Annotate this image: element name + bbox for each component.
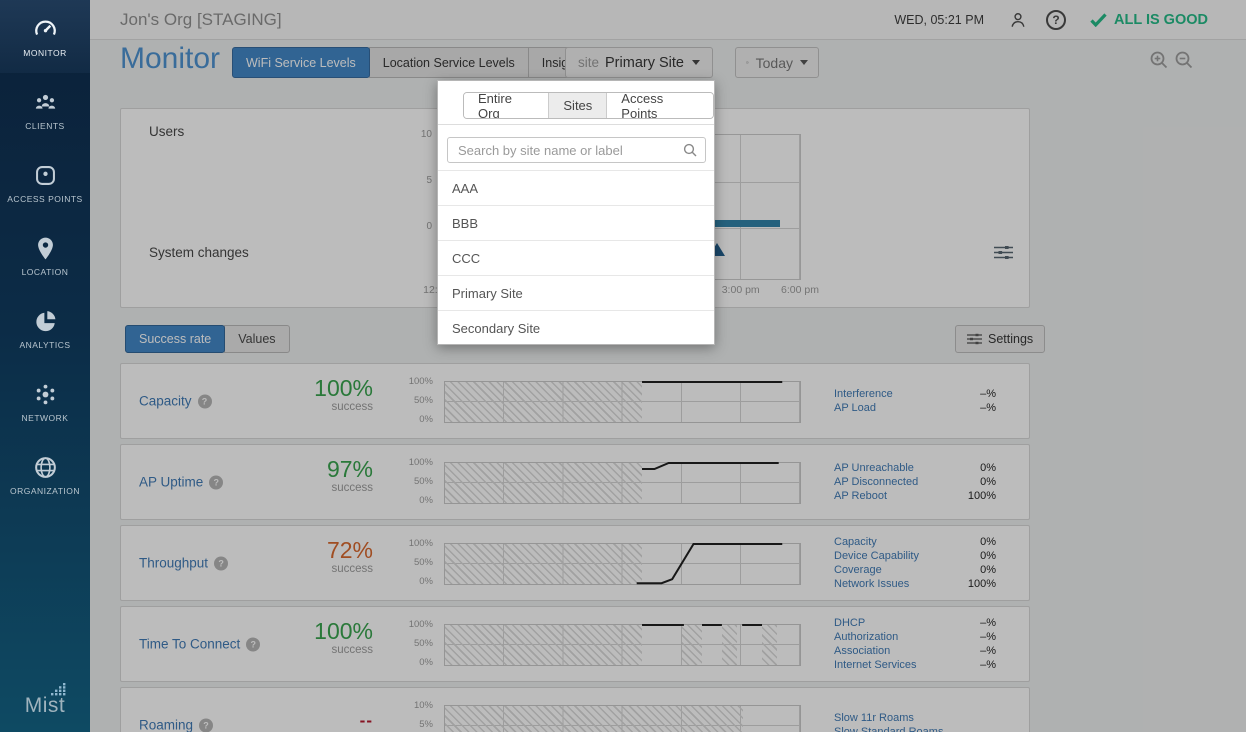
- mist-logo-text: Mist: [24, 694, 66, 717]
- sidebar-item-label: CLIENTS: [25, 120, 65, 131]
- tab-sites[interactable]: Sites: [548, 93, 607, 118]
- divider: [438, 124, 714, 125]
- search-icon: [683, 143, 697, 157]
- tab-entire-org[interactable]: Entire Org: [464, 93, 549, 118]
- access-point-icon: [35, 165, 55, 185]
- sidebar-item-label: MONITOR: [23, 47, 67, 58]
- sidebar-item-access-points[interactable]: ACCESS POINTS: [0, 146, 90, 219]
- site-option-secondary-site[interactable]: Secondary Site: [438, 310, 714, 345]
- network-nodes-icon: [36, 384, 54, 404]
- sidebar-item-label: ANALYTICS: [19, 339, 71, 350]
- mist-logo: Mist: [0, 683, 90, 718]
- site-option-bbb[interactable]: BBB: [438, 205, 714, 240]
- app-root: MONITOR CLIENTS ACCESS POINTS LOCATION A…: [0, 0, 1246, 732]
- location-pin-icon: [37, 237, 53, 259]
- site-option-aaa[interactable]: AAA: [438, 170, 714, 205]
- sidebar-item-label: NETWORK: [21, 412, 69, 423]
- sidebar-item-label: ACCESS POINTS: [7, 193, 83, 204]
- sidebar-item-analytics[interactable]: ANALYTICS: [0, 292, 90, 365]
- sidebar-item-clients[interactable]: CLIENTS: [0, 73, 90, 146]
- site-search-input[interactable]: [456, 141, 677, 159]
- clients-icon: [35, 94, 55, 109]
- globe-icon: [34, 456, 56, 478]
- main-content: Jon's Org [STAGING] WED, 05:21 PM ? ALL …: [90, 0, 1246, 732]
- sidebar-item-label: LOCATION: [21, 266, 69, 277]
- sidebar-item-location[interactable]: LOCATION: [0, 219, 90, 292]
- sidebar-item-label: ORGANIZATION: [9, 485, 81, 496]
- gauge-icon: [34, 20, 56, 35]
- site-option-primary-site[interactable]: Primary Site: [438, 275, 714, 310]
- site-picker-tabs: Entire Org Sites Access Points: [463, 92, 714, 119]
- tab-access-points[interactable]: Access Points: [606, 93, 713, 118]
- sidebar-item-organization[interactable]: ORGANIZATION: [0, 438, 90, 511]
- pie-chart-icon: [35, 310, 55, 331]
- sidebar: MONITOR CLIENTS ACCESS POINTS LOCATION A…: [0, 0, 90, 732]
- site-picker-dropdown: Entire Org Sites Access Points AAABBBCCC…: [437, 80, 715, 345]
- sidebar-item-monitor[interactable]: MONITOR: [0, 0, 90, 73]
- mist-logo-dots-icon: [51, 683, 66, 696]
- site-list: AAA BBB CCC Primary Site Secondary Site: [438, 170, 714, 345]
- sidebar-item-network[interactable]: NETWORK: [0, 365, 90, 438]
- site-option-ccc[interactable]: CCC: [438, 240, 714, 275]
- site-search-box: [447, 137, 706, 163]
